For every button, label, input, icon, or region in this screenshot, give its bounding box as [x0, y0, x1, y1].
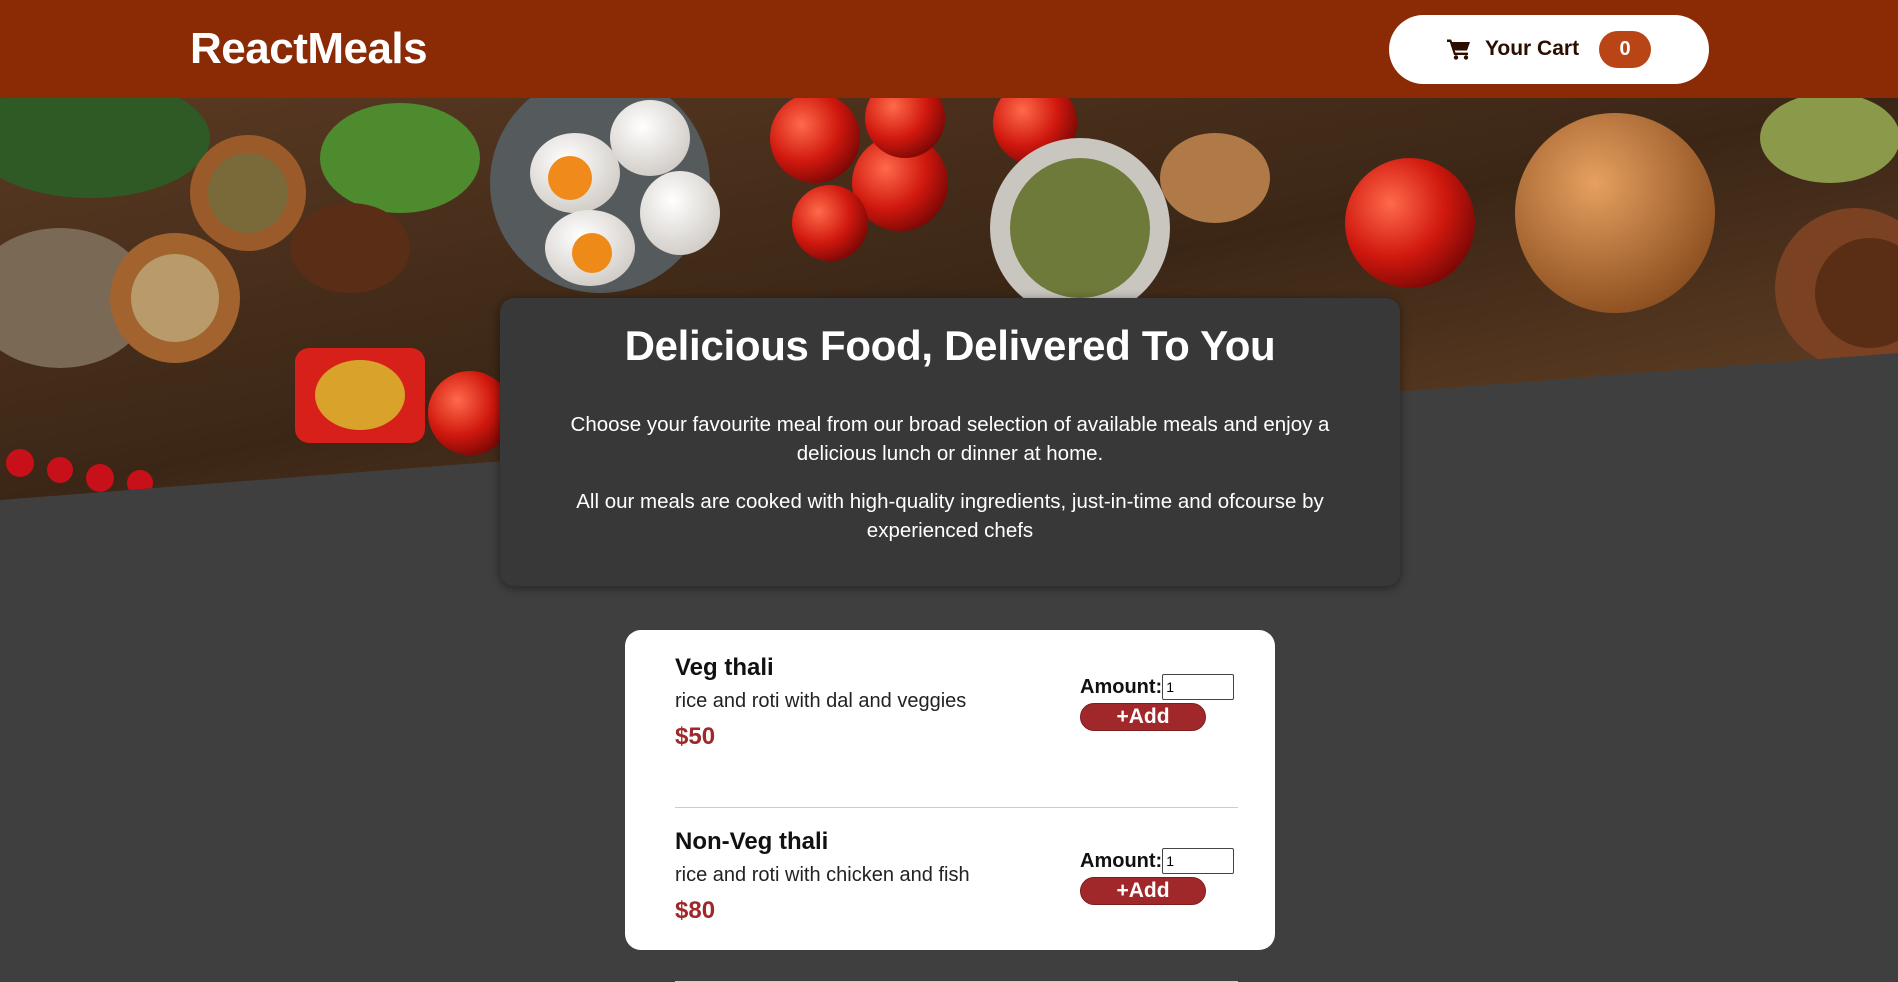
meal-item-form: Amount: +Add [1080, 848, 1238, 905]
meal-info: Veg thali rice and roti with dal and veg… [675, 654, 966, 751]
amount-row: Amount: [1080, 674, 1238, 700]
summary-paragraph: Choose your favourite meal from our broa… [570, 413, 1330, 465]
cart-label: Your Cart [1484, 37, 1580, 60]
meal-description: rice and roti with chicken and fish [675, 864, 970, 886]
amount-input[interactable] [1162, 848, 1235, 874]
meal-price: $50 [675, 723, 716, 750]
summary-paragraph: All our meals are cooked with high-quali… [576, 490, 1324, 542]
meal-name: Non-Veg thali [675, 828, 829, 855]
meal-price: $80 [675, 897, 716, 924]
meal-description: rice and roti with dal and veggies [675, 690, 967, 712]
cart-count-badge: 0 [1599, 30, 1652, 68]
amount-label: Amount: [1080, 849, 1163, 872]
summary-heading: Delicious Food, Delivered To You [624, 322, 1276, 369]
meals-list: Veg thali rice and roti with dal and veg… [625, 630, 1275, 982]
meal-item: Non-Veg thali rice and roti with chicken… [675, 828, 1238, 982]
meals-summary: Delicious Food, Delivered To You Choose … [500, 298, 1400, 586]
app-title: ReactMeals [190, 24, 428, 73]
amount-row: Amount: [1080, 848, 1238, 874]
meal-item-form: Amount: +Add [1080, 674, 1238, 731]
add-to-cart-button[interactable]: +Add [1080, 703, 1206, 731]
app-header: ReactMeals Your Cart 0 [0, 0, 1898, 98]
meal-info: Non-Veg thali rice and roti with chicken… [675, 828, 970, 925]
meal-name: Veg thali [675, 654, 774, 681]
amount-label: Amount: [1080, 675, 1163, 698]
meal-item: Veg thali rice and roti with dal and veg… [675, 654, 1238, 808]
cart-button[interactable]: Your Cart 0 [1389, 14, 1709, 84]
amount-input[interactable] [1162, 674, 1235, 700]
add-to-cart-button[interactable]: +Add [1080, 877, 1206, 905]
cart-icon [1446, 38, 1471, 60]
